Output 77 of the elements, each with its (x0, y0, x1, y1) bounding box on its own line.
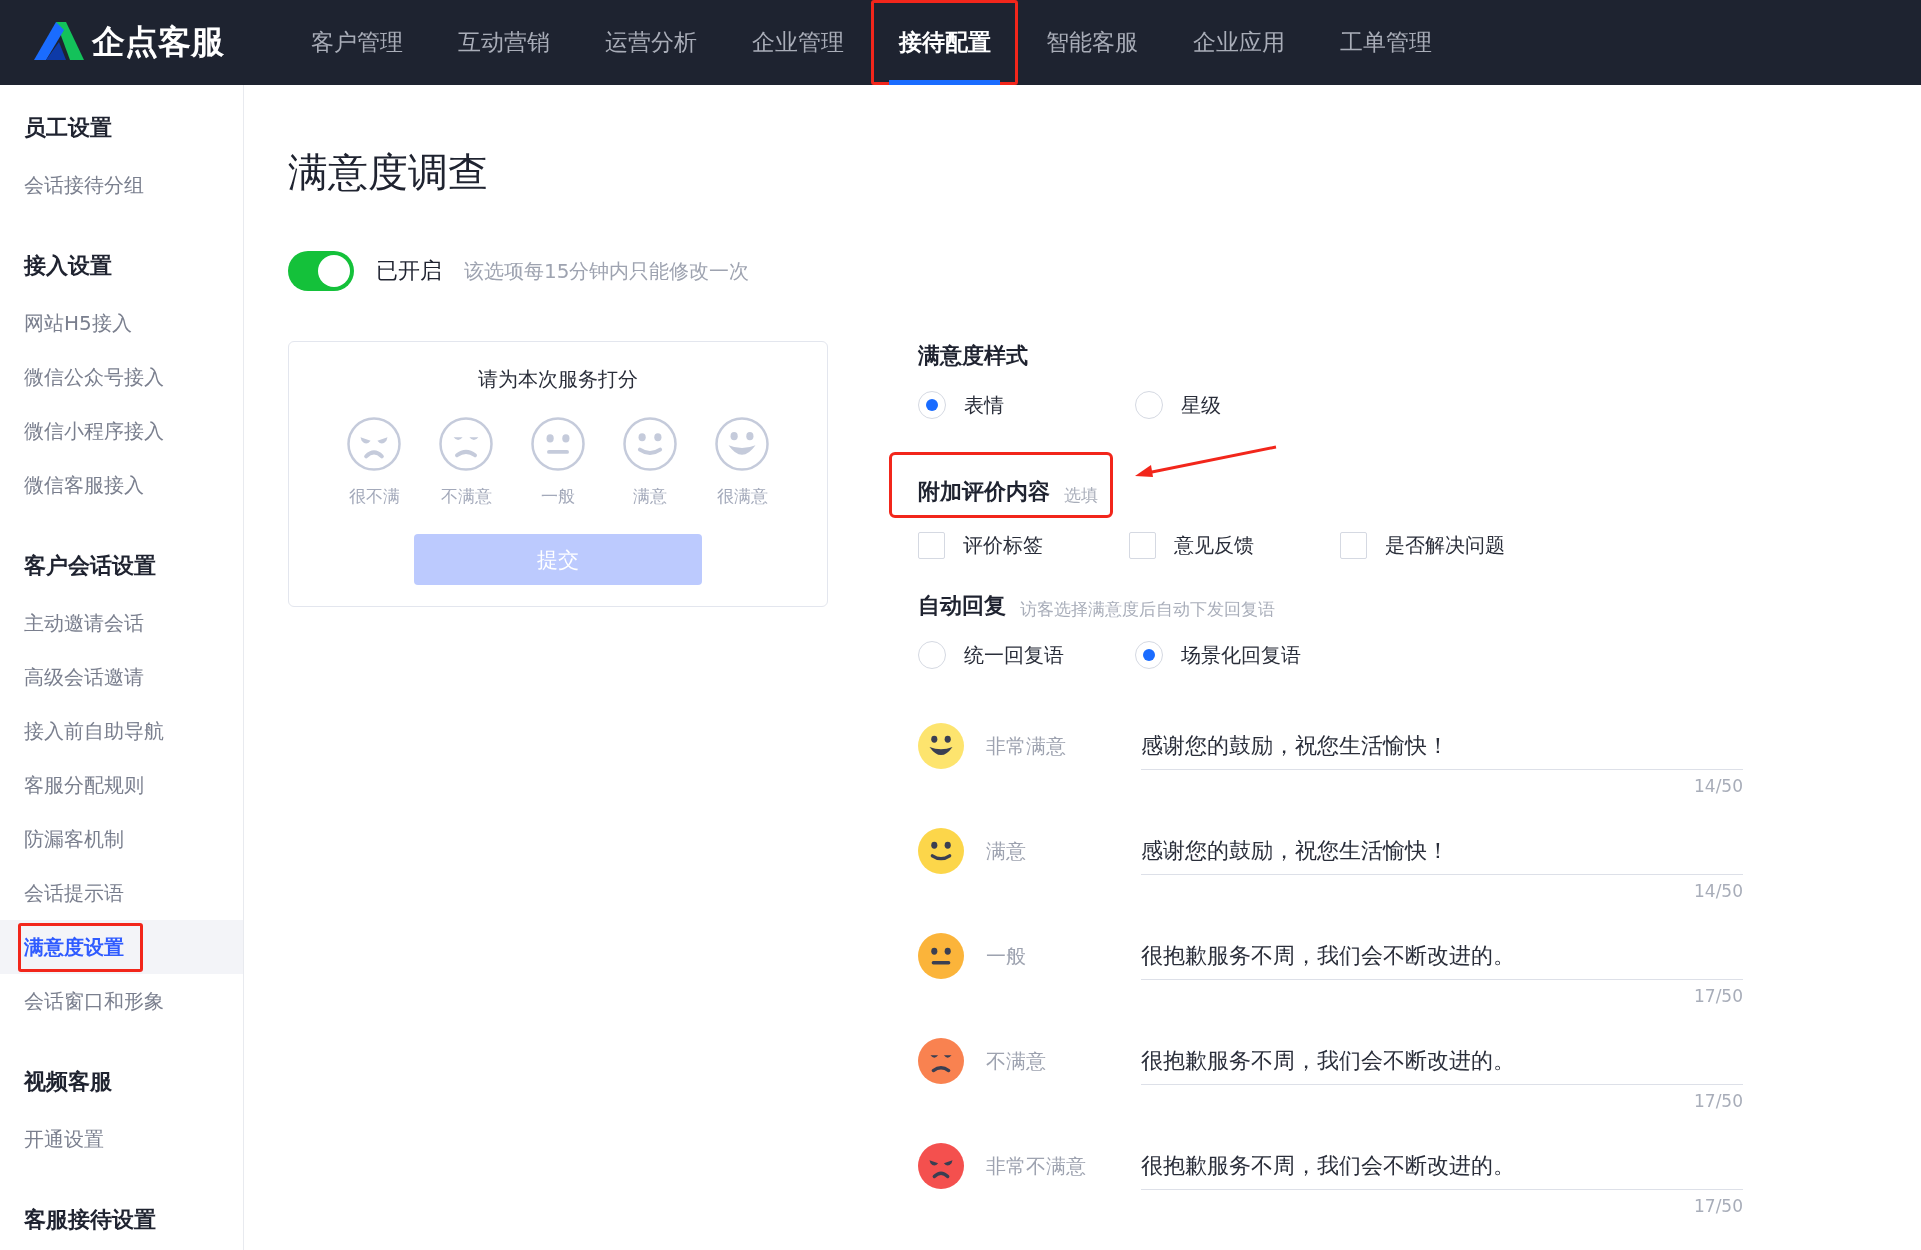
sidebar-item[interactable]: 会话窗口和形象 (0, 974, 243, 1028)
nav-tab[interactable]: 企业管理 (724, 0, 871, 85)
checkbox-option[interactable]: 是否解决问题 (1340, 529, 1551, 561)
nav-tab[interactable]: 企业应用 (1165, 0, 1312, 85)
sidebar-item[interactable]: 满意度设置 (0, 920, 243, 974)
face-icon (347, 417, 401, 471)
checkbox-option[interactable]: 评价标签 (918, 529, 1129, 561)
sidebar-item[interactable]: 会话提示语 (0, 866, 243, 920)
toggle-switch[interactable] (288, 251, 354, 291)
nav-tab[interactable]: 客户管理 (283, 0, 430, 85)
section-heading: 满意度样式 (918, 342, 1029, 370)
character-count: 14/50 (1694, 776, 1743, 796)
section-heading: 自动回复 (918, 592, 1006, 620)
character-count: 17/50 (1694, 986, 1743, 1006)
sidebar-item[interactable]: 会话接待分组 (0, 158, 243, 212)
sidebar-heading: 客服接待设置 (23, 1206, 157, 1234)
radio-option[interactable]: 统一回复语 (918, 639, 1135, 671)
face-icon (623, 417, 677, 471)
sidebar-item[interactable]: 客服分配规则 (0, 758, 243, 812)
toggle-label: 已开启 (376, 257, 442, 285)
nav-tab[interactable]: 互动营销 (430, 0, 577, 85)
reply-text-field[interactable]: 感谢您的鼓励，祝您生活愉快！ (1141, 828, 1743, 875)
face-icon (531, 417, 585, 471)
checkbox-option[interactable]: 意见反馈 (1129, 529, 1340, 561)
character-count: 17/50 (1694, 1091, 1743, 1111)
option-label: 星级 (1181, 391, 1221, 419)
sidebar-heading: 客户会话设置 (23, 552, 157, 580)
nav-tab[interactable]: 智能客服 (1018, 0, 1165, 85)
nav-tab[interactable]: 接待配置 (871, 0, 1018, 85)
sidebar-item[interactable]: 网站H5接入 (0, 296, 243, 350)
reply-level-label: 非常满意 (986, 733, 1067, 760)
reply-level-label: 非常不满意 (986, 1153, 1087, 1180)
option-label: 场景化回复语 (1181, 641, 1301, 669)
sidebar-heading: 接入设置 (22, 252, 113, 280)
sidebar-heading: 视频客服 (22, 1068, 113, 1096)
sidebar-item[interactable]: 微信客服接入 (0, 458, 243, 512)
section-heading: 附加评价内容 (918, 478, 1050, 506)
logo-icon (34, 19, 84, 62)
sidebar-item[interactable]: 主动邀请会话 (0, 596, 243, 650)
reply-text-field[interactable]: 很抱歉服务不周，我们会不断改进的。 (1141, 933, 1743, 980)
page-title: 满意度调查 (288, 147, 489, 197)
sidebar-item[interactable]: 接入前自助导航 (0, 704, 243, 758)
character-count: 17/50 (1694, 1196, 1743, 1216)
reply-level-label: 不满意 (986, 1048, 1047, 1075)
reply-level-label: 一般 (986, 943, 1027, 970)
nav-tab[interactable]: 运营分析 (577, 0, 724, 85)
section-note: 访客选择满意度后自动下发回复语 (1020, 598, 1275, 621)
reply-text-field[interactable]: 很抱歉服务不周，我们会不断改进的。 (1141, 1143, 1743, 1190)
checkbox[interactable] (1129, 531, 1156, 559)
sidebar-heading: 员工设置 (23, 114, 113, 142)
checkbox[interactable] (1340, 531, 1367, 559)
character-count: 14/50 (1694, 881, 1743, 901)
reply-text-field[interactable]: 很抱歉服务不周，我们会不断改进的。 (1141, 1038, 1743, 1085)
option-label: 是否解决问题 (1385, 531, 1505, 559)
sidebar-item[interactable]: 开通设置 (0, 1112, 243, 1166)
brand-name: 企点客服 (92, 21, 224, 63)
face-icon (439, 417, 493, 471)
nav-tab[interactable]: 工单管理 (1312, 0, 1459, 85)
rating-prompt: 请为本次服务打分 (478, 366, 638, 393)
toggle-hint: 该选项每15分钟内只能修改一次 (464, 257, 750, 285)
checkbox[interactable] (918, 531, 945, 559)
option-label: 表情 (964, 391, 1004, 419)
section-note: 选填 (1064, 484, 1098, 507)
radio-option[interactable]: 表情 (918, 389, 1135, 421)
option-label: 统一回复语 (964, 641, 1064, 669)
highlighted-label: 满意度设置 (18, 922, 143, 972)
reply-text-field[interactable]: 感谢您的鼓励，祝您生活愉快！ (1141, 723, 1743, 770)
sidebar-item[interactable]: 微信小程序接入 (0, 404, 243, 458)
sidebar-item[interactable]: 高级会话邀请 (0, 650, 243, 704)
option-label: 意见反馈 (1174, 531, 1254, 559)
sidebar-item[interactable]: 防漏客机制 (0, 812, 243, 866)
sidebar-item[interactable]: 微信公众号接入 (0, 350, 243, 404)
face-icon (715, 417, 769, 471)
radio-option[interactable]: 星级 (1135, 389, 1352, 421)
option-label: 评价标签 (963, 531, 1043, 559)
radio-option[interactable]: 场景化回复语 (1135, 639, 1352, 671)
reply-level-label: 满意 (986, 838, 1027, 865)
